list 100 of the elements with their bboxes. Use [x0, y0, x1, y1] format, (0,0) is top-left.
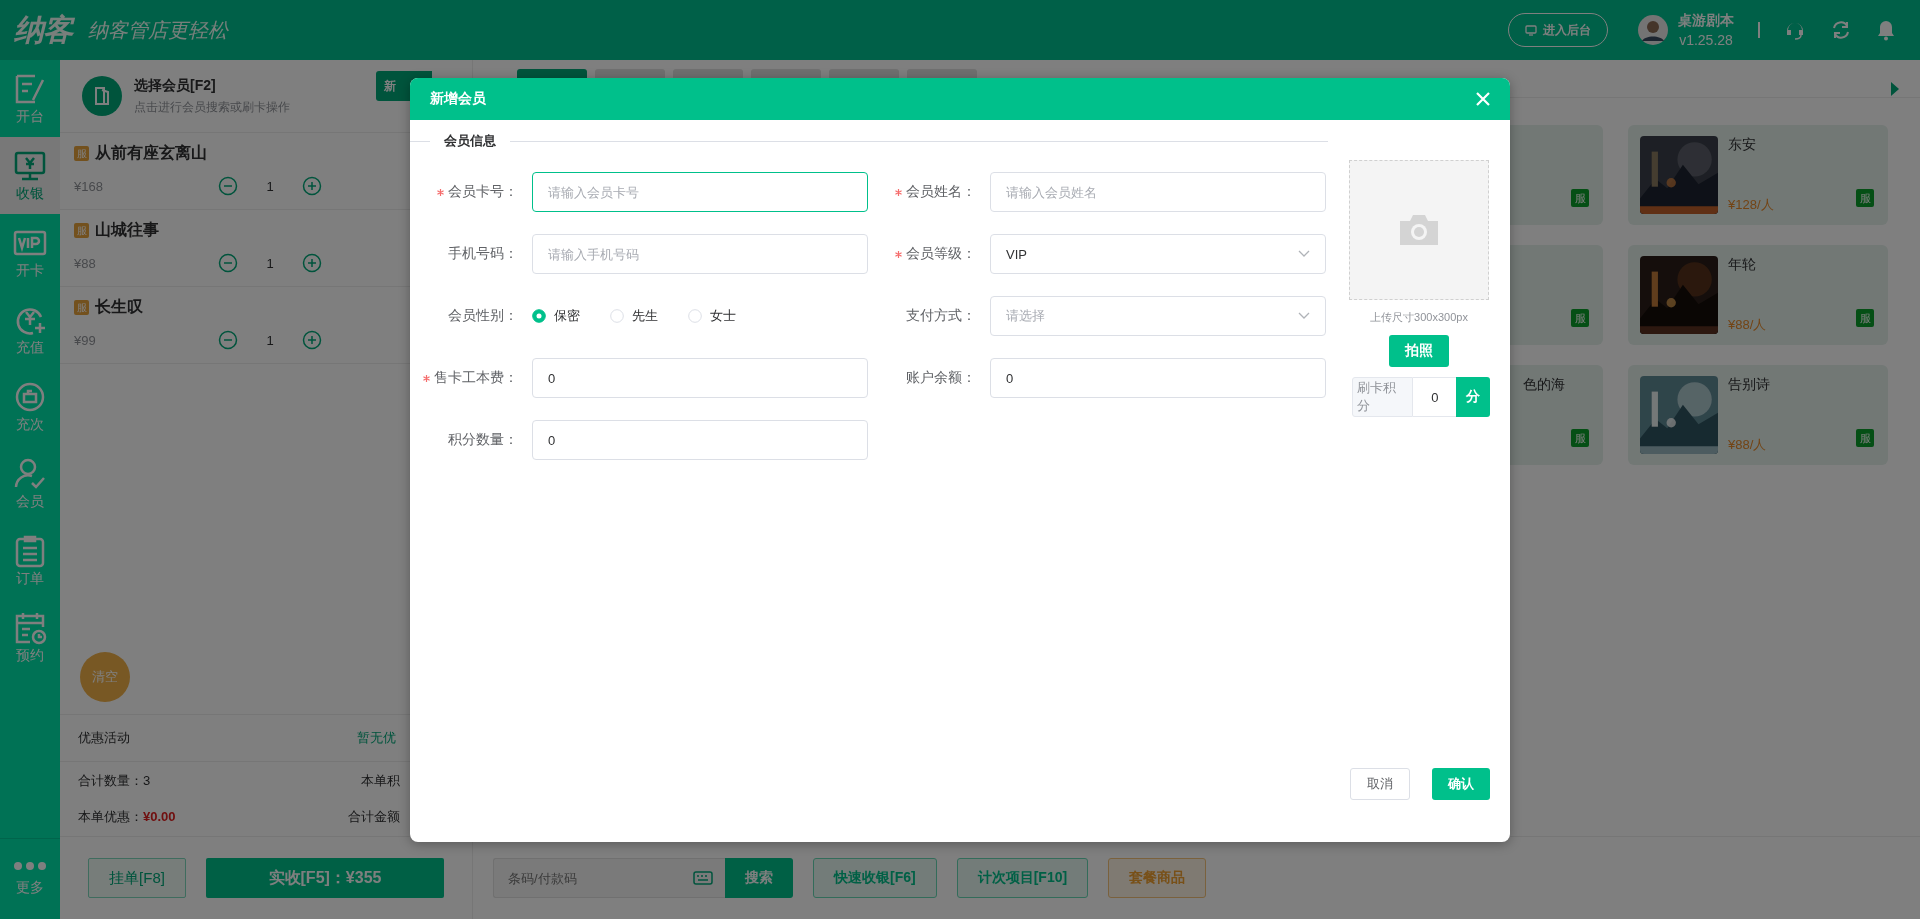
- camera-icon: [1398, 213, 1440, 247]
- service-badge: 服: [1856, 189, 1874, 207]
- item-name: 从前有座玄离山: [95, 143, 207, 163]
- cancel-button[interactable]: 取消: [1350, 768, 1410, 800]
- close-icon[interactable]: [1476, 92, 1490, 106]
- user-name: 桌游剧本: [1678, 12, 1734, 30]
- slogan: 纳客管店更轻松: [88, 16, 228, 44]
- service-badge: 服: [1571, 429, 1589, 447]
- input-field[interactable]: 0: [532, 420, 868, 460]
- quick-button[interactable]: 快速收银[F6]: [813, 858, 937, 898]
- nav-item[interactable]: 开台: [0, 60, 60, 137]
- item-quantity: 1: [265, 332, 275, 348]
- user-icon: [13, 456, 47, 491]
- section-title: 会员信息: [444, 132, 496, 150]
- minus-icon[interactable]: [218, 253, 238, 273]
- chevron-down-icon: [1298, 250, 1310, 258]
- radio-option[interactable]: 女士: [688, 307, 736, 325]
- member-icon[interactable]: [82, 76, 122, 116]
- clear-button[interactable]: 清空: [80, 652, 130, 702]
- discount-label: 本单优惠：: [78, 809, 143, 824]
- select-field[interactable]: VIP: [990, 234, 1326, 274]
- product-card[interactable]: 东安 ¥128/人 服: [1628, 125, 1888, 225]
- sync-icon[interactable]: [1830, 19, 1852, 41]
- total-quantity: 合计数量：3: [78, 772, 151, 790]
- field-label: 积分数量：: [448, 431, 518, 449]
- confirm-button[interactable]: 确认: [1432, 768, 1490, 800]
- item-name: 山城往事: [95, 220, 159, 240]
- field-label: 会员性别：: [448, 307, 518, 325]
- dialog-title: 新增会员: [430, 90, 486, 108]
- nav-item[interactable]: 预约: [0, 599, 60, 676]
- product-name: 年轮: [1728, 256, 1756, 274]
- next-arrow-icon[interactable]: [1890, 80, 1900, 97]
- nav-item[interactable]: 充次: [0, 368, 60, 445]
- radio-option[interactable]: 保密: [532, 307, 580, 325]
- item-quantity: 1: [265, 255, 275, 271]
- nav-item[interactable]: 开卡: [0, 214, 60, 291]
- field-label: 会员卡号：: [448, 183, 518, 201]
- product-price: ¥88/人: [1728, 436, 1767, 454]
- field-label: 手机号码：: [448, 245, 518, 263]
- field-label: 会员姓名：: [906, 183, 976, 201]
- hold-button[interactable]: 挂单[F8]: [88, 858, 186, 898]
- product-card[interactable]: 告别诗 ¥88/人 服: [1628, 365, 1888, 465]
- points-label: 本单积: [361, 772, 400, 790]
- radio-option[interactable]: 先生: [610, 307, 658, 325]
- input-field[interactable]: 0: [990, 358, 1326, 398]
- input-field[interactable]: 请输入会员卡号: [532, 172, 868, 212]
- service-badge: 服: [1571, 189, 1589, 207]
- member-select-title[interactable]: 选择会员[F2]: [134, 76, 364, 95]
- input-field[interactable]: 0: [532, 358, 868, 398]
- field-label: 会员等级：: [906, 245, 976, 263]
- product-card[interactable]: 年轮 ¥88/人 服: [1628, 245, 1888, 345]
- nav-item[interactable]: 订单: [0, 522, 60, 599]
- photo-upload-area[interactable]: [1349, 160, 1489, 300]
- amount-label: 合计金额: [348, 808, 400, 826]
- item-name: 长生叹: [95, 297, 143, 317]
- clipboard-icon: [13, 533, 47, 568]
- promo-label: 优惠活动: [78, 729, 130, 747]
- promo-value[interactable]: 暂无优: [357, 729, 396, 747]
- points-button[interactable]: 分: [1456, 377, 1490, 417]
- select-field[interactable]: 请选择: [990, 296, 1326, 336]
- field-label: 账户余额：: [906, 369, 976, 387]
- service-badge: 服: [1856, 429, 1874, 447]
- plus-icon[interactable]: [302, 176, 322, 196]
- plus-icon[interactable]: [302, 330, 322, 350]
- take-photo-button[interactable]: 拍照: [1389, 335, 1449, 367]
- product-price: ¥128/人: [1728, 196, 1774, 214]
- nav-item[interactable]: 会员: [0, 445, 60, 522]
- service-badge: 服: [74, 300, 89, 315]
- nav-item[interactable]: 收银: [0, 137, 60, 214]
- minus-icon[interactable]: [218, 330, 238, 350]
- field-label: 支付方式：: [906, 307, 976, 325]
- calendar-icon: [13, 610, 47, 645]
- version: v1.25.28: [1679, 32, 1733, 48]
- keyboard-icon[interactable]: [693, 871, 713, 885]
- service-badge: 服: [1571, 309, 1589, 327]
- quick-button[interactable]: 计次项目[F10]: [956, 858, 1089, 898]
- service-badge: 服: [1856, 309, 1874, 327]
- dots-icon: [13, 861, 47, 871]
- service-badge: 服: [74, 223, 89, 238]
- plus-icon[interactable]: [302, 253, 322, 273]
- nav-item[interactable]: 充值: [0, 291, 60, 368]
- quick-button[interactable]: 套餐商品: [1108, 858, 1207, 898]
- card-points-label: 刷卡积分: [1352, 377, 1414, 417]
- discount-value: ¥0.00: [143, 809, 176, 824]
- product-name: 告别诗: [1728, 376, 1770, 394]
- barcode-field[interactable]: 条码/付款码: [493, 858, 725, 898]
- bell-icon[interactable]: [1876, 19, 1896, 41]
- chevron-down-icon: [1298, 312, 1310, 320]
- product-name: 色的海: [1523, 376, 1565, 394]
- upload-hint: 上传尺寸300x300px: [1370, 310, 1468, 325]
- minus-icon[interactable]: [218, 176, 238, 196]
- avatar-icon: [1638, 15, 1668, 45]
- item-quantity: 1: [265, 178, 275, 194]
- service-badge: 服: [74, 146, 89, 161]
- field-label: 售卡工本费：: [434, 369, 518, 387]
- product-price: ¥88/人: [1728, 316, 1767, 334]
- pay-button[interactable]: 实收[F5]：¥355: [206, 858, 444, 898]
- search-button[interactable]: 搜索: [725, 858, 793, 898]
- monitor-icon: [1525, 24, 1537, 36]
- product-name: 东安: [1728, 136, 1756, 154]
